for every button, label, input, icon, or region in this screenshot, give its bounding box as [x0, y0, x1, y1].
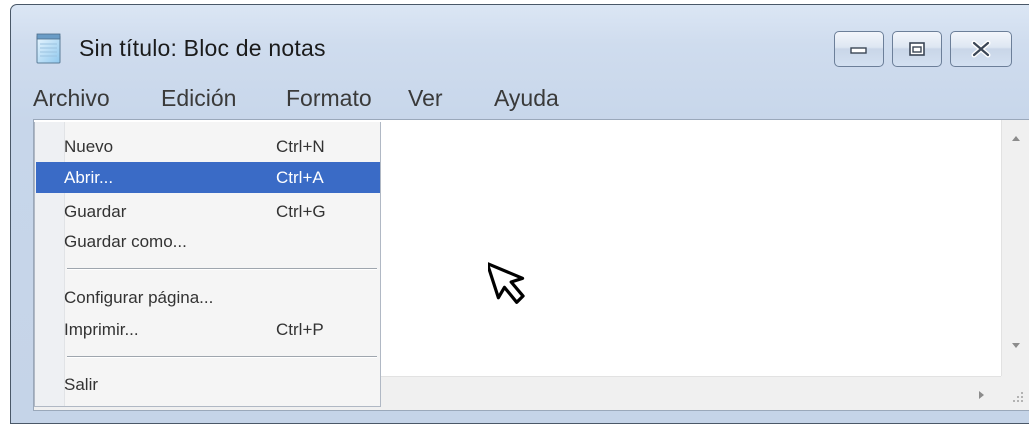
vertical-scrollbar[interactable]	[1001, 120, 1029, 376]
menu-bar: Archivo Edición Formato Ver Ayuda	[33, 81, 1029, 119]
file-menu-dropdown: Nuevo Ctrl+N Abrir... Ctrl+A Guardar Ctr…	[34, 122, 381, 407]
menu-item-label: Guardar	[64, 202, 127, 221]
menu-item-label: Guardar como...	[64, 232, 187, 251]
menu-item-guardar[interactable]: Guardar Ctrl+G	[36, 196, 380, 227]
maximize-icon	[909, 42, 925, 56]
menu-formato[interactable]: Formato	[286, 85, 372, 112]
resize-grip[interactable]	[1001, 376, 1029, 410]
resize-grip-icon	[1013, 392, 1023, 402]
scroll-right-icon[interactable]	[978, 389, 986, 401]
menu-item-shortcut: Ctrl+N	[276, 137, 325, 156]
menu-item-label: Abrir...	[64, 168, 114, 187]
menu-item-label: Imprimir...	[64, 320, 139, 339]
menu-item-nuevo[interactable]: Nuevo Ctrl+N	[36, 131, 380, 162]
menu-item-salir[interactable]: Salir	[36, 369, 380, 400]
minimize-icon	[850, 47, 867, 54]
menu-item-label: Salir	[64, 375, 99, 394]
title-bar[interactable]: Sin título: Bloc de notas	[11, 5, 1029, 81]
menu-ver[interactable]: Ver	[408, 85, 443, 112]
menu-item-imprimir[interactable]: Imprimir... Ctrl+P	[36, 314, 380, 345]
menu-item-label: Configurar página...	[64, 288, 214, 307]
menu-separator	[67, 356, 377, 358]
menu-item-shortcut: Ctrl+G	[276, 202, 326, 221]
notepad-icon	[36, 33, 61, 64]
menu-item-abrir[interactable]: Abrir... Ctrl+A	[36, 162, 380, 193]
menu-item-configurar-pagina[interactable]: Configurar página...	[36, 282, 380, 313]
menu-item-shortcut: Ctrl+A	[276, 168, 324, 187]
close-button[interactable]	[950, 31, 1012, 67]
maximize-button[interactable]	[892, 31, 942, 67]
menu-archivo[interactable]: Archivo	[33, 85, 110, 112]
mouse-cursor-icon	[488, 261, 525, 304]
minimize-button[interactable]	[834, 31, 884, 67]
menu-ayuda[interactable]: Ayuda	[494, 85, 559, 112]
close-icon	[971, 40, 991, 58]
window-title: Sin título: Bloc de notas	[79, 35, 326, 61]
menu-item-guardar-como[interactable]: Guardar como...	[36, 226, 380, 257]
menu-edicion[interactable]: Edición	[161, 85, 236, 112]
menu-item-shortcut: Ctrl+P	[276, 320, 324, 339]
scroll-down-icon[interactable]	[1010, 342, 1022, 350]
menu-separator	[67, 268, 377, 270]
menu-item-label: Nuevo	[64, 137, 114, 156]
scroll-up-icon[interactable]	[1010, 134, 1022, 142]
